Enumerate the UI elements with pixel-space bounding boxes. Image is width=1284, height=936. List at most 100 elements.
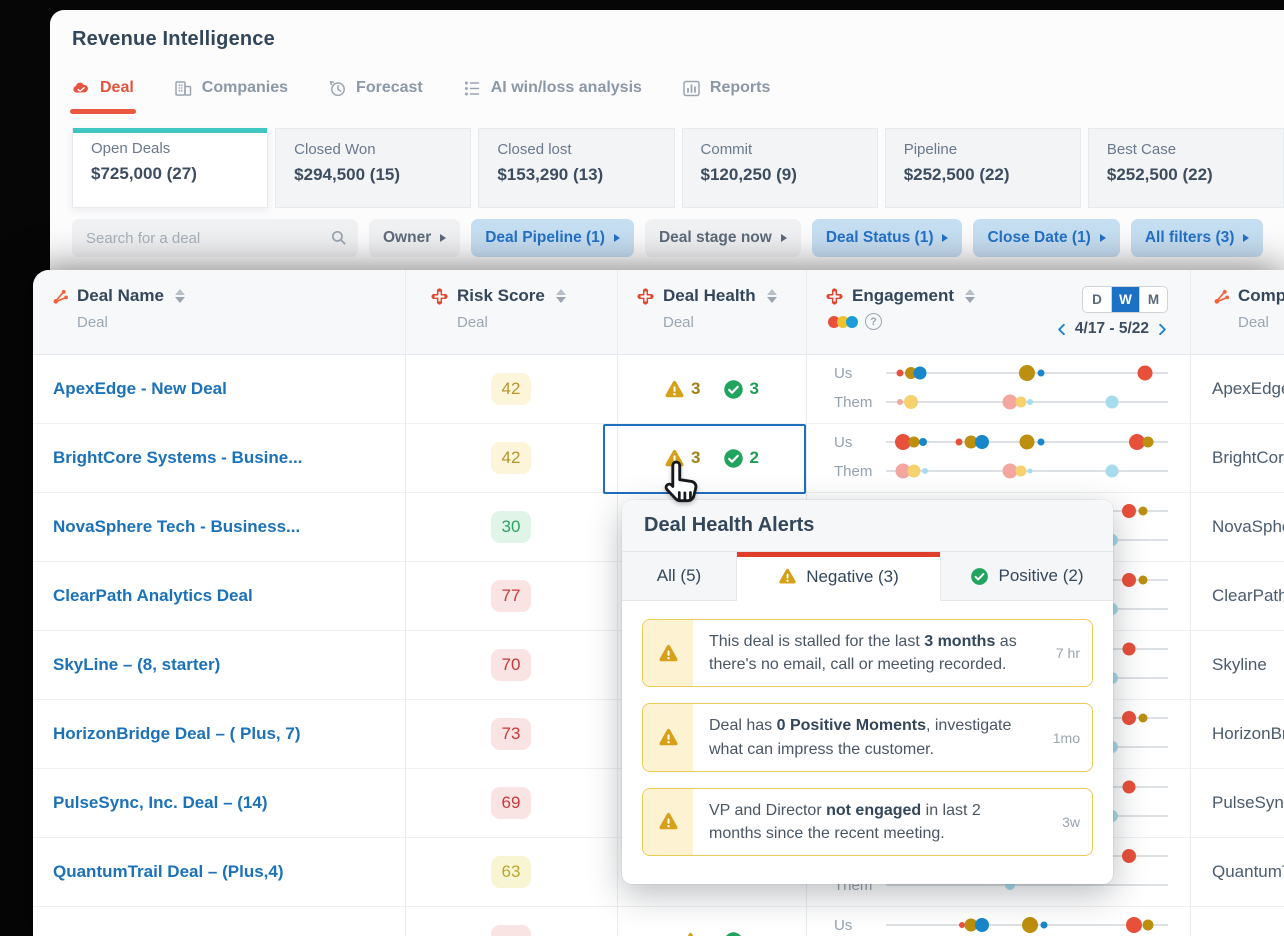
engagement-dot [1121, 504, 1136, 518]
column-header-engagement[interactable]: Engagement ? DWM 4/17 - 5/22 [806, 270, 1190, 355]
company-cell: PulseSync [1212, 793, 1284, 812]
tab-ai-win-loss-analysis[interactable]: AI win/loss analysis [463, 72, 642, 118]
filter-pill-deal-stage-now[interactable]: Deal stage now [644, 219, 801, 257]
popup-tab-positive-2[interactable]: Positive (2) [941, 552, 1113, 601]
deal-name-link[interactable]: HorizonBridge Deal – ( Plus, 7) [53, 724, 391, 744]
column-header-deal-name[interactable]: Deal Name Deal [33, 270, 405, 355]
deal-name-link[interactable]: ApexEdge - New Deal [53, 379, 391, 399]
engagement-dot [1015, 396, 1027, 408]
risk-score-cell [405, 907, 617, 936]
risk-score-badge: 63 [491, 856, 531, 888]
tab-label: Deal [100, 79, 134, 96]
engagement-dot [1142, 436, 1154, 448]
engagement-dot [1121, 573, 1136, 587]
filter-pill-all-filters-3[interactable]: All filters (3) [1130, 219, 1264, 257]
sprocket-icon [1212, 288, 1229, 305]
sort-icon[interactable] [174, 289, 185, 303]
engagement-dot [1138, 575, 1148, 585]
next-period-icon[interactable] [1157, 323, 1168, 335]
health-count: 3 [691, 379, 701, 398]
forecast-icon [328, 79, 347, 98]
deal-name-link[interactable]: PulseSync, Inc. Deal – (14) [53, 793, 391, 813]
filter-pill-close-date-1[interactable]: Close Date (1) [973, 219, 1120, 257]
tab-reports[interactable]: Reports [682, 72, 770, 118]
engagement-them-row: Them [834, 461, 1168, 481]
deal-name-link[interactable]: QuantumTrail Deal – (Plus,4) [53, 862, 391, 882]
engagement-us-label: Us [834, 364, 853, 382]
tab-deal[interactable]: Deal [70, 72, 136, 118]
engagement-timeline [886, 917, 1168, 933]
alert-timestamp: 3w [1062, 813, 1080, 830]
engagement-dot [1121, 849, 1136, 863]
engagement-dot [1021, 917, 1038, 933]
deal-health-cell[interactable] [617, 907, 806, 936]
tab-label: Reports [709, 79, 771, 96]
engagement-cell: Us Them [806, 355, 1190, 423]
popup-tab-all-5[interactable]: All (5) [622, 552, 737, 601]
period-option-w[interactable]: W [1111, 287, 1139, 312]
risk-score-badge: 73 [491, 718, 531, 750]
risk-score-cell: 69 [405, 769, 617, 837]
ai-icon [463, 79, 482, 98]
column-header-company[interactable]: Comp Deal [1190, 270, 1284, 355]
company-cell: ApexEdge [1212, 379, 1284, 398]
warning-icon [658, 727, 679, 748]
column-header-risk-score[interactable]: Risk Score Deal [405, 270, 617, 355]
sort-icon[interactable] [965, 289, 976, 303]
column-header-deal-health[interactable]: Deal Health Deal [617, 270, 806, 355]
sort-icon[interactable] [555, 289, 566, 303]
deal-name-link[interactable]: SkyLine – (8, starter) [53, 655, 391, 675]
period-option-m[interactable]: M [1139, 287, 1167, 312]
pill-label: Deal Status (1) [825, 229, 934, 246]
pill-label: Deal Pipeline (1) [485, 229, 605, 246]
engagement-dot [907, 464, 921, 478]
filter-pill-owner[interactable]: Owner [369, 219, 461, 257]
company-cell: HorizonBridge [1212, 724, 1284, 743]
summary-card-open-deals[interactable]: Open Deals $725,000 (27) [72, 128, 269, 208]
alert-timestamp: 1mo [1052, 729, 1080, 746]
prev-period-icon[interactable] [1056, 323, 1067, 335]
engagement-dot [913, 366, 927, 380]
tab-label: Companies [201, 79, 289, 96]
summary-card-pipeline[interactable]: Pipeline $252,500 (22) [884, 128, 1081, 208]
deal-health-cell[interactable]: 33 [617, 355, 806, 423]
help-icon[interactable]: ? [865, 313, 882, 330]
period-option-d[interactable]: D [1083, 287, 1111, 312]
deal-name-link[interactable]: BrightCore Systems - Busine... [53, 448, 391, 468]
search-input[interactable] [72, 219, 358, 257]
tab-label: AI win/loss analysis [490, 79, 642, 96]
alert-stripe [643, 788, 693, 856]
company-cell: QuantumTrail [1212, 862, 1284, 881]
engagement-them-row: Them [834, 392, 1168, 412]
page-title: Revenue Intelligence [72, 28, 275, 50]
deal-name-link[interactable]: NovaSphere Tech - Business... [53, 517, 391, 537]
popup-tab-negative-3[interactable]: Negative (3) [737, 552, 941, 601]
card-label: Open Deals [91, 140, 171, 157]
deal-health-cell[interactable]: 32 [617, 424, 806, 492]
summary-card-best-case[interactable]: Best Case $252,500 (22) [1087, 128, 1284, 208]
deal-name-link[interactable]: ClearPath Analytics Deal [53, 586, 391, 606]
engagement-timeline [886, 880, 1168, 890]
filter-pill-deal-pipeline-1[interactable]: Deal Pipeline (1) [471, 219, 634, 257]
pill-label: Close Date (1) [987, 229, 1091, 246]
filter-pill-deal-status-1[interactable]: Deal Status (1) [811, 219, 963, 257]
summary-card-closed-won[interactable]: Closed Won $294,500 (15) [275, 128, 472, 208]
engagement-dot [904, 395, 919, 409]
tab-companies[interactable]: Companies [174, 72, 288, 118]
summary-cards: Open Deals $725,000 (27) Closed Won $294,50… [72, 128, 1284, 208]
alert-text: VP and Director not engaged in last 2 mo… [709, 801, 981, 842]
check-icon [970, 567, 989, 586]
engagement-dot [1105, 464, 1119, 478]
column-divider [405, 270, 406, 936]
summary-card-commit[interactable]: Commit $120,250 (9) [681, 128, 878, 208]
tab-forecast[interactable]: Forecast [328, 72, 423, 118]
company-cell: ClearPath [1212, 586, 1284, 605]
health-count: 3 [749, 379, 759, 398]
card-label: Best Case [1106, 141, 1177, 158]
company-cell [1190, 907, 1284, 936]
health-neg-count: 3 [664, 448, 701, 469]
engagement-dot [922, 468, 929, 474]
summary-card-closed-lost[interactable]: Closed lost $153,290 (13) [478, 128, 675, 208]
engagement-dot [974, 435, 989, 449]
sort-icon[interactable] [766, 289, 777, 303]
